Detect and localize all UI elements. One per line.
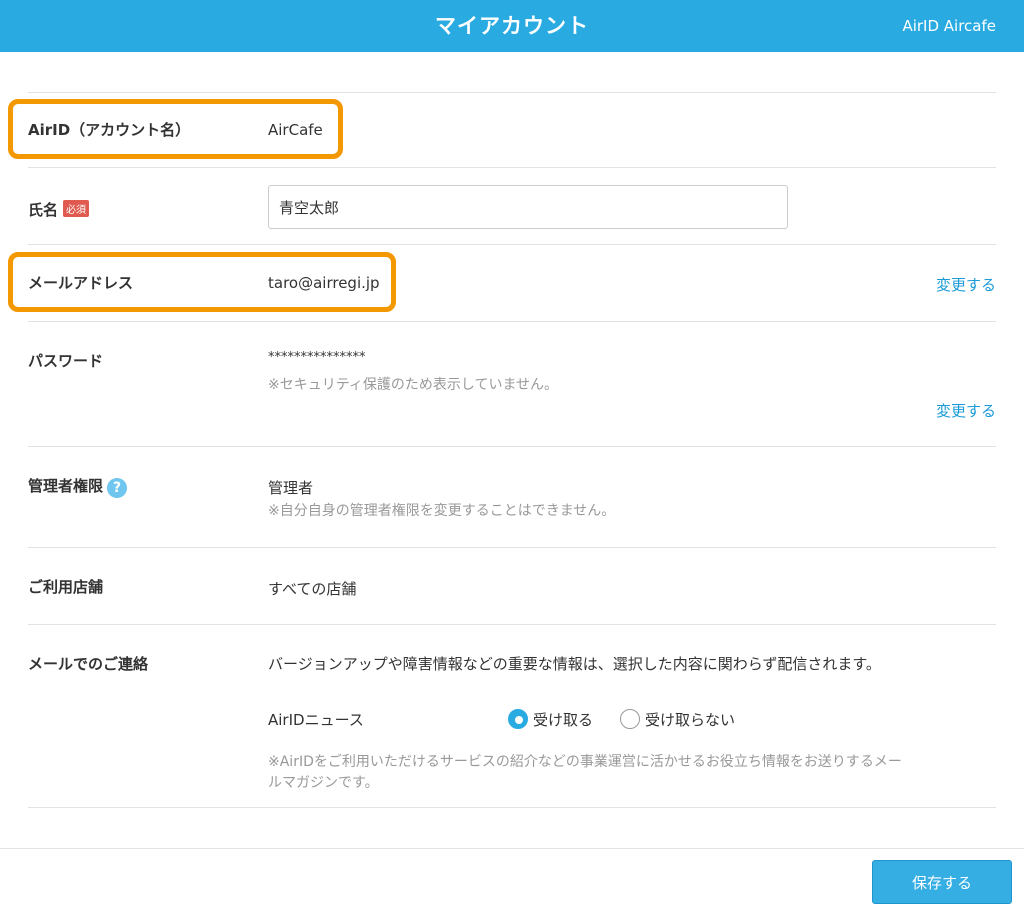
- admin-note: ※自分自身の管理者権限を変更することはできません。: [268, 503, 616, 519]
- divider: [28, 244, 996, 245]
- airid-value: AirCafe: [268, 121, 323, 139]
- news-label: AirIDニュース: [268, 711, 364, 729]
- name-label: 氏名 必須: [28, 199, 90, 220]
- store-value: すべての店舗: [268, 580, 357, 598]
- change-email-link[interactable]: 変更する: [936, 274, 996, 295]
- divider: [28, 321, 996, 322]
- footer-divider: [0, 848, 1024, 849]
- radio-receive-circle[interactable]: [508, 709, 528, 729]
- header-bar: マイアカウント AirID Aircafe: [0, 0, 1024, 52]
- mail-info: バージョンアップや障害情報などの重要な情報は、選択した内容に関わらず配信されます…: [268, 655, 881, 673]
- help-icon[interactable]: ?: [107, 478, 128, 498]
- page-title: マイアカウント: [435, 14, 589, 38]
- mail-label: メールでのご連絡: [28, 655, 149, 673]
- divider: [28, 547, 996, 548]
- radio-not-receive-label: 受け取らない: [645, 710, 736, 729]
- admin-value: 管理者: [268, 479, 314, 497]
- radio-receive-label: 受け取る: [533, 710, 594, 729]
- account-name[interactable]: AirID Aircafe: [902, 0, 996, 52]
- radio-not-receive[interactable]: 受け取らない: [620, 707, 735, 731]
- divider: [28, 807, 996, 808]
- store-label: ご利用店舗: [28, 578, 104, 596]
- name-input[interactable]: [268, 185, 788, 229]
- airid-label: AirID（アカウント名）: [28, 121, 191, 139]
- change-password-link[interactable]: 変更する: [936, 400, 996, 421]
- divider: [28, 446, 996, 447]
- admin-label-text: 管理者権限: [28, 477, 104, 495]
- admin-label: 管理者権限?: [28, 475, 128, 498]
- password-note: ※セキュリティ保護のため表示していません。: [268, 377, 559, 393]
- name-label-text: 氏名: [28, 201, 59, 219]
- email-value: taro@airregi.jp: [268, 274, 380, 292]
- news-note-line1: ※AirIDをご利用いただけるサービスの紹介などの事業運営に活かせるお役立ち情報…: [268, 754, 902, 770]
- news-note-line2: ルマガジンです。: [268, 775, 379, 791]
- password-value: ***************: [268, 350, 366, 365]
- divider: [28, 92, 996, 93]
- save-button[interactable]: 保存する: [872, 860, 1012, 904]
- required-badge: 必須: [63, 200, 90, 217]
- password-label: パスワード: [28, 352, 104, 370]
- divider: [28, 624, 996, 625]
- email-label: メールアドレス: [28, 274, 134, 292]
- radio-receive[interactable]: 受け取る: [508, 707, 593, 731]
- divider: [28, 167, 996, 168]
- radio-not-receive-circle[interactable]: [620, 709, 640, 729]
